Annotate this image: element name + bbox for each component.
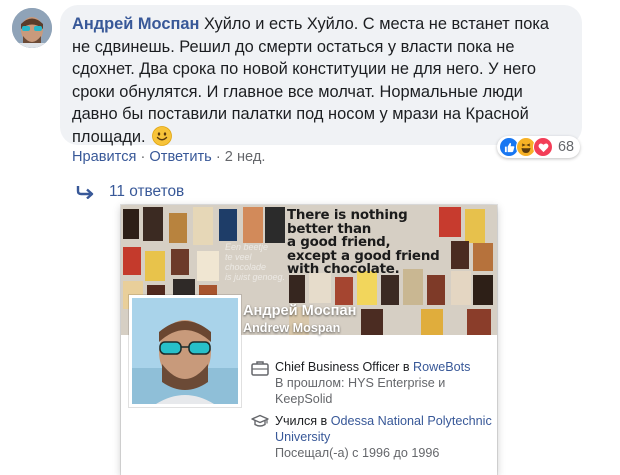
education-prefix: Учился в xyxy=(275,414,331,428)
view-replies-link[interactable]: 11 ответов xyxy=(76,183,184,201)
comment-text: Хуйло и есть Хуйло. С места не встанет п… xyxy=(72,15,549,146)
briefcase-icon xyxy=(251,360,269,376)
cover-small-text: Een beetje te veel chocolade is juist ge… xyxy=(225,242,286,282)
comment-bubble: Андрей Моспан Хуйло и есть Хуйло. С мест… xyxy=(60,5,582,146)
card-name-latin: Andrew Mospan xyxy=(243,321,341,335)
separator: · xyxy=(215,149,221,165)
comment-actions: Нравится · Ответить · 2 нед. xyxy=(72,149,265,165)
profile-picture[interactable] xyxy=(129,295,241,407)
education-dates: Посещал(-а) с 1996 до 1996 xyxy=(275,446,440,460)
profile-hover-card: There is nothing better than a good frie… xyxy=(121,205,497,475)
reply-link[interactable]: Ответить xyxy=(149,149,211,165)
replies-count-label[interactable]: 11 ответов xyxy=(109,183,184,201)
card-name[interactable]: Андрей Моспан xyxy=(243,303,356,319)
work-info: Chief Business Officer в RoweBots В прош… xyxy=(251,359,497,407)
reply-arrow-icon xyxy=(76,185,96,200)
company-link[interactable]: RoweBots xyxy=(413,360,470,374)
love-icon xyxy=(533,137,553,157)
separator: · xyxy=(140,149,146,165)
cover-quote: There is nothing better than a good frie… xyxy=(287,208,440,277)
smile-emoji-icon xyxy=(152,126,173,146)
work-title: Chief Business Officer в xyxy=(275,360,414,374)
past-work: В прошлом: HYS Enterprise и KeepSolid xyxy=(275,376,446,406)
graduation-cap-icon xyxy=(251,414,269,430)
like-link[interactable]: Нравится xyxy=(72,149,136,165)
comment-author[interactable]: Андрей Моспан xyxy=(72,15,199,33)
timestamp[interactable]: 2 нед. xyxy=(225,149,266,165)
education-info: Учился в Odessa National Polytechnic Uni… xyxy=(251,413,497,461)
reactions-summary[interactable]: 68 xyxy=(497,136,581,158)
reaction-count: 68 xyxy=(558,139,575,155)
commenter-avatar[interactable] xyxy=(12,8,52,48)
